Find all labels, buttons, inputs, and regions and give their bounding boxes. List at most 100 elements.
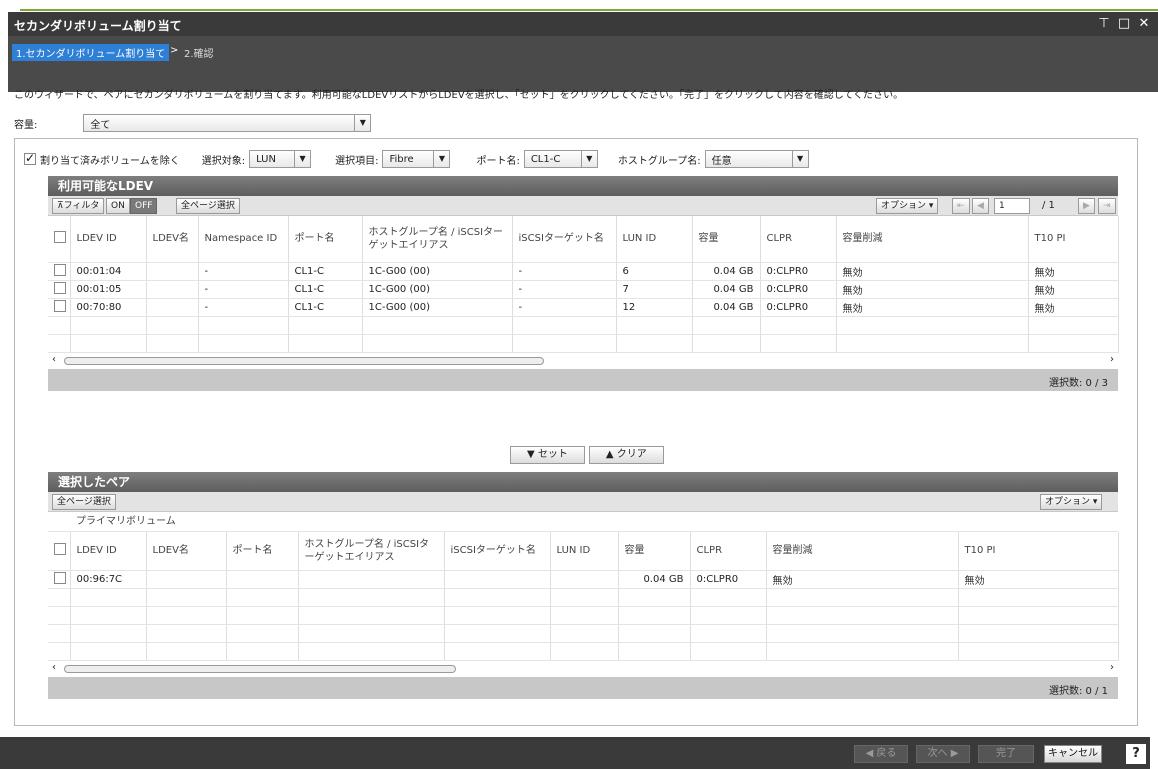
- table-cell: CL1-C: [288, 262, 363, 281]
- exclude-assigned-checkbox[interactable]: [24, 151, 36, 165]
- pairs-horizontal-scrollbar[interactable]: ‹ ›: [48, 660, 1118, 677]
- filter-on-button[interactable]: ON: [106, 198, 130, 214]
- capacity-select[interactable]: 全て ▼: [83, 114, 372, 132]
- empty-cell: [70, 334, 147, 353]
- available-col-header[interactable]: LDEV ID: [70, 216, 147, 263]
- prev-page-icon[interactable]: ◀: [972, 198, 989, 214]
- empty-cell: [298, 588, 445, 607]
- empty-cell: [48, 334, 71, 353]
- available-col-header[interactable]: 容量: [692, 216, 761, 263]
- available-col-header[interactable]: LDEV名: [146, 216, 199, 263]
- empty-cell: [444, 588, 551, 607]
- empty-cell: [146, 606, 227, 625]
- select-all-checkbox[interactable]: [54, 230, 66, 243]
- empty-cell: [550, 588, 619, 607]
- finish-button[interactable]: 完了: [978, 745, 1034, 763]
- pairs-col-header[interactable]: 容量: [618, 532, 691, 571]
- scroll-thumb[interactable]: [64, 664, 456, 673]
- clear-button[interactable]: ▲ クリア: [588, 446, 664, 464]
- scroll-thumb[interactable]: [64, 356, 544, 365]
- pairs-col-header[interactable]: LUN ID: [550, 532, 619, 571]
- row-checkbox-cell: [48, 262, 71, 281]
- exclude-assigned-label: 割り当て済みボリュームを除く: [40, 155, 180, 167]
- table-cell: 00:01:05: [70, 280, 147, 299]
- empty-cell: [70, 588, 147, 607]
- empty-cell: [48, 588, 71, 607]
- empty-row: [48, 588, 1119, 607]
- empty-cell: [444, 624, 551, 643]
- pairs-col-header[interactable]: ホストグループ名 / iSCSIターゲットエイリアス: [298, 532, 445, 571]
- available-col-header[interactable]: ポート名: [288, 216, 363, 263]
- pairs-select-all-checkbox[interactable]: [54, 542, 66, 555]
- row-checkbox[interactable]: [54, 263, 66, 276]
- filter-button[interactable]: ⊼フィルタ: [52, 198, 105, 214]
- table-row[interactable]: 00:96:7C 0.04 GB 0:CLPR0 無効 無効: [48, 570, 1119, 589]
- next-button[interactable]: 次へ ▶: [916, 745, 970, 763]
- row-checkbox[interactable]: [54, 299, 66, 312]
- pairs-col-header[interactable]: CLPR: [690, 532, 767, 571]
- restore-icon[interactable]: ⊤: [1096, 16, 1112, 32]
- row-checkbox[interactable]: [54, 571, 66, 584]
- available-col-header[interactable]: iSCSIターゲット名: [512, 216, 617, 263]
- table-cell: 7: [616, 280, 693, 299]
- available-col-header[interactable]: LUN ID: [616, 216, 693, 263]
- help-button[interactable]: ?: [1126, 744, 1146, 764]
- close-icon[interactable]: ✕: [1136, 16, 1152, 32]
- table-row[interactable]: 00:70:80- CL1-C 1C-G00 (00) -12 0.04 GB 0:CLP…: [48, 298, 1119, 317]
- port-label: ポート名:: [476, 155, 520, 167]
- pairs-col-header[interactable]: LDEV ID: [70, 532, 147, 571]
- table-cell: -: [512, 280, 617, 299]
- back-button[interactable]: ◀ 戻る: [854, 745, 908, 763]
- set-button[interactable]: ▼ セット: [510, 446, 585, 464]
- scroll-right-icon[interactable]: ›: [1110, 662, 1114, 673]
- empty-cell: [444, 606, 551, 625]
- available-ldev-title: 利用可能なLDEV: [48, 176, 1118, 196]
- available-col-header[interactable]: ホストグループ名 / iSCSIターゲットエイリアス: [362, 216, 513, 263]
- options-button[interactable]: オプション ▾: [876, 198, 939, 214]
- port-select[interactable]: CL1-C ▼: [523, 150, 598, 168]
- horizontal-scrollbar[interactable]: ‹ ›: [48, 352, 1118, 369]
- table-cell: [146, 262, 199, 281]
- pairs-select-all-button[interactable]: 全ページ選択: [52, 494, 116, 510]
- empty-cell: [70, 606, 147, 625]
- last-page-icon[interactable]: ⇥: [1098, 198, 1116, 214]
- hostgroup-select[interactable]: 任意 ▼: [704, 150, 809, 168]
- row-checkbox[interactable]: [54, 281, 66, 294]
- pairs-col-header[interactable]: 容量削減: [766, 532, 959, 571]
- filter-off-button[interactable]: OFF: [130, 198, 158, 214]
- target-select[interactable]: LUN ▼: [249, 150, 312, 168]
- available-col-header[interactable]: CLPR: [760, 216, 837, 263]
- pairs-options-button[interactable]: オプション ▾: [1040, 494, 1103, 510]
- target-label: 選択対象:: [201, 155, 246, 167]
- table-row[interactable]: 00:01:05- CL1-C 1C-G00 (00) -7 0.04 GB 0:CLPR…: [48, 280, 1119, 299]
- empty-cell: [298, 642, 445, 661]
- maximize-icon[interactable]: □: [1116, 16, 1132, 32]
- scroll-left-icon[interactable]: ‹: [52, 662, 56, 673]
- table-cell: 00:96:7C: [70, 570, 147, 589]
- pairs-col-header[interactable]: ポート名: [226, 532, 299, 571]
- pairs-col-header[interactable]: LDEV名: [146, 532, 227, 571]
- empty-cell: [550, 624, 619, 643]
- scroll-right-icon[interactable]: ›: [1110, 354, 1114, 365]
- empty-cell: [618, 624, 691, 643]
- pairs-col-header[interactable]: iSCSIターゲット名: [444, 532, 551, 571]
- select-all-checkbox-cell: [48, 216, 71, 263]
- scroll-left-icon[interactable]: ‹: [52, 354, 56, 365]
- empty-cell: [690, 642, 767, 661]
- select-all-pages-button[interactable]: 全ページ選択: [176, 198, 240, 214]
- wizard-steps: 1.セカンダリボリューム割り当て > 2.確認: [8, 36, 1158, 92]
- next-page-icon[interactable]: ▶: [1078, 198, 1095, 214]
- table-cell: 0:CLPR0: [760, 262, 837, 281]
- available-col-header[interactable]: T10 PI: [1028, 216, 1119, 263]
- first-page-icon[interactable]: ⇤: [952, 198, 970, 214]
- item-select[interactable]: Fibre ▼: [382, 150, 451, 168]
- empty-cell: [226, 606, 299, 625]
- empty-cell: [760, 334, 837, 353]
- table-row[interactable]: 00:01:04- CL1-C 1C-G00 (00) -6 0.04 GB 0:CLPR…: [48, 262, 1119, 281]
- page-input[interactable]: 1: [994, 198, 1030, 214]
- cancel-button[interactable]: キャンセル: [1044, 745, 1102, 763]
- available-col-header[interactable]: 容量削減: [836, 216, 1029, 263]
- pairs-col-header[interactable]: T10 PI: [958, 532, 1119, 571]
- available-col-header[interactable]: Namespace ID: [198, 216, 289, 263]
- empty-cell: [70, 642, 147, 661]
